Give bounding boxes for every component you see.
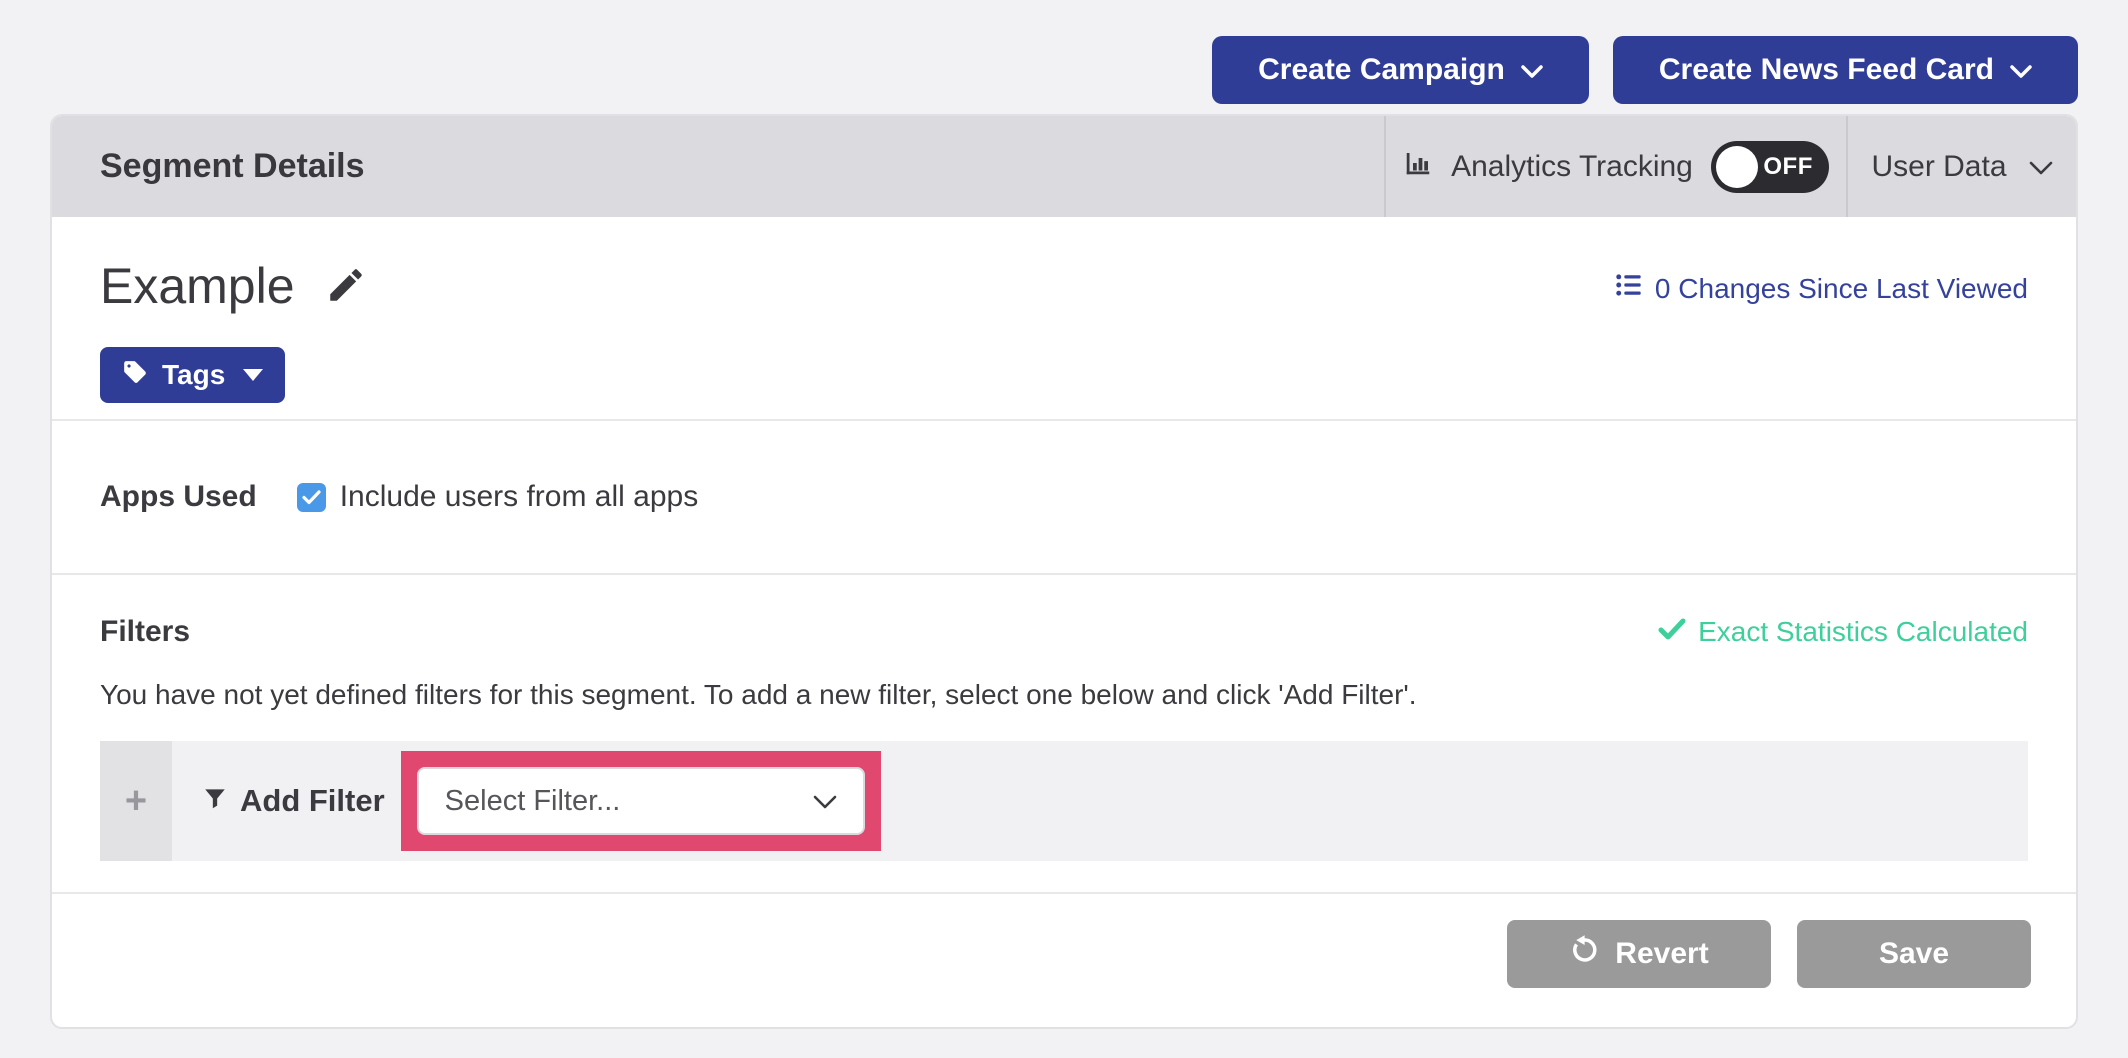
create-campaign-button[interactable]: Create Campaign bbox=[1212, 36, 1589, 104]
changes-since-last-viewed-link[interactable]: 0 Changes Since Last Viewed bbox=[1615, 271, 2028, 306]
create-campaign-label: Create Campaign bbox=[1258, 53, 1505, 87]
toggle-state-label: OFF bbox=[1763, 153, 1813, 181]
analytics-tracking-toggle[interactable]: OFF bbox=[1711, 141, 1829, 193]
filters-empty-message: You have not yet defined filters for thi… bbox=[100, 679, 2028, 711]
analytics-tracking-block: Analytics Tracking OFF bbox=[1384, 116, 1846, 217]
chevron-down-icon bbox=[2029, 150, 2053, 184]
revert-button-label: Revert bbox=[1615, 937, 1708, 971]
segment-title-section: Example bbox=[52, 217, 2076, 421]
top-action-bar: Create Campaign Create News Feed Card bbox=[1212, 36, 2078, 104]
save-button[interactable]: Save bbox=[1797, 920, 2031, 988]
funnel-icon bbox=[202, 783, 228, 819]
apps-used-section: Apps Used Include users from all apps bbox=[52, 421, 2076, 575]
include-all-apps-checkbox[interactable]: Include users from all apps bbox=[297, 480, 699, 514]
chevron-down-icon bbox=[813, 785, 837, 818]
save-button-label: Save bbox=[1879, 937, 1949, 971]
exact-statistics-label: Exact Statistics Calculated bbox=[1698, 616, 2028, 648]
revert-icon bbox=[1569, 935, 1599, 973]
filters-heading: Filters bbox=[100, 615, 190, 649]
toggle-knob bbox=[1716, 146, 1758, 188]
filter-select[interactable]: Select Filter... bbox=[417, 767, 865, 835]
segment-name: Example bbox=[100, 257, 295, 315]
card-header: Segment Details Analytics Tracking OFF bbox=[52, 116, 2076, 217]
edit-segment-name-button[interactable] bbox=[325, 264, 367, 309]
user-data-dropdown[interactable]: User Data bbox=[1846, 116, 2076, 217]
create-news-feed-card-button[interactable]: Create News Feed Card bbox=[1613, 36, 2078, 104]
checkbox-checked-icon bbox=[297, 483, 326, 512]
revert-button[interactable]: Revert bbox=[1507, 920, 1771, 988]
bar-chart-icon bbox=[1403, 148, 1433, 186]
filters-section: Filters Exact Statistics Calculated You … bbox=[52, 575, 2076, 894]
segment-details-card: Segment Details Analytics Tracking OFF bbox=[50, 114, 2078, 1029]
tags-button-label: Tags bbox=[162, 359, 225, 391]
exact-statistics-status: Exact Statistics Calculated bbox=[1658, 616, 2028, 648]
list-icon bbox=[1615, 271, 1643, 306]
tags-button[interactable]: Tags bbox=[100, 347, 285, 403]
analytics-tracking-label: Analytics Tracking bbox=[1451, 150, 1693, 184]
select-filter-highlight: Select Filter... bbox=[401, 751, 881, 851]
card-footer: Revert Save bbox=[52, 894, 2076, 1027]
changes-link-label: 0 Changes Since Last Viewed bbox=[1655, 273, 2028, 305]
tag-icon bbox=[122, 359, 148, 392]
chevron-down-icon bbox=[2010, 53, 2032, 87]
pencil-icon bbox=[325, 264, 367, 309]
apps-used-label: Apps Used bbox=[100, 480, 257, 514]
add-filter-button[interactable]: Add Filter bbox=[202, 783, 385, 819]
user-data-label: User Data bbox=[1871, 150, 2006, 184]
include-all-apps-label: Include users from all apps bbox=[340, 480, 699, 514]
page-title: Segment Details bbox=[52, 116, 1384, 217]
create-news-feed-card-label: Create News Feed Card bbox=[1659, 53, 1994, 87]
plus-icon: + bbox=[125, 780, 147, 823]
add-filter-row: + Add Filter Select Filter... bbox=[100, 741, 2028, 861]
chevron-down-icon bbox=[1521, 53, 1543, 87]
add-filter-button-label: Add Filter bbox=[240, 783, 385, 819]
add-filter-plus-button[interactable]: + bbox=[100, 741, 172, 861]
caret-down-icon bbox=[243, 369, 263, 381]
check-icon bbox=[1658, 616, 1686, 648]
filter-select-placeholder: Select Filter... bbox=[445, 785, 621, 818]
